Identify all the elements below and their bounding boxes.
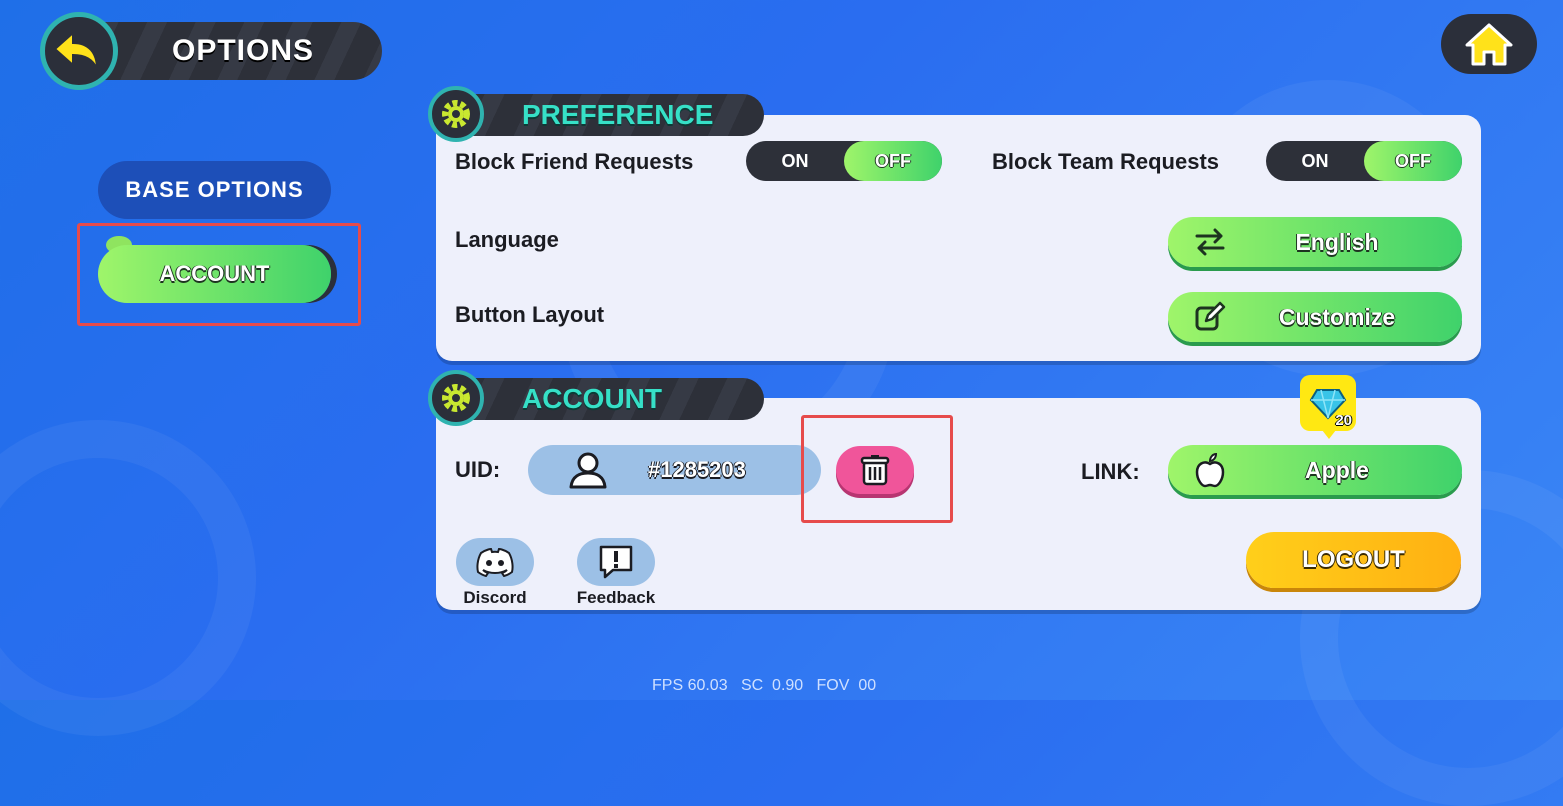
preference-title: PREFERENCE bbox=[522, 99, 714, 130]
uid-value: #1285203 bbox=[648, 457, 746, 482]
feedback-button[interactable] bbox=[577, 538, 655, 586]
customize-button[interactable]: Customize bbox=[1168, 292, 1462, 342]
feedback-icon bbox=[599, 545, 633, 579]
discord-label: Discord bbox=[463, 588, 527, 607]
home-icon bbox=[1465, 23, 1513, 66]
language-button[interactable]: English bbox=[1168, 217, 1462, 267]
background-gear bbox=[0, 420, 256, 736]
account-title: ACCOUNT bbox=[522, 383, 662, 414]
block-friend-toggle[interactable]: ON OFF bbox=[746, 141, 942, 181]
language-value: English bbox=[1295, 228, 1379, 255]
back-arrow-icon bbox=[53, 30, 98, 70]
uid-field: #1285203 bbox=[528, 445, 821, 495]
swap-icon bbox=[1168, 227, 1252, 257]
link-apple-label: Apple bbox=[1305, 456, 1369, 483]
logout-button[interactable]: LOGOUT bbox=[1246, 532, 1461, 588]
apple-icon bbox=[1168, 452, 1252, 488]
toggle-off-option[interactable]: OFF bbox=[844, 141, 942, 181]
preference-header: PREFERENCE bbox=[456, 94, 764, 136]
gem-reward-badge: 20 bbox=[1300, 375, 1356, 439]
edit-icon bbox=[1168, 301, 1252, 333]
home-button[interactable] bbox=[1441, 14, 1537, 74]
toggle-on-option[interactable]: ON bbox=[1266, 151, 1364, 172]
highlight-box-delete bbox=[801, 415, 953, 523]
page-title: OPTIONS bbox=[172, 34, 315, 67]
gem-reward-count: 20 bbox=[1335, 412, 1352, 429]
account-header: ACCOUNT bbox=[456, 378, 764, 420]
discord-icon bbox=[476, 547, 514, 577]
feedback-label: Feedback bbox=[576, 588, 656, 607]
block-team-toggle[interactable]: ON OFF bbox=[1266, 141, 1462, 181]
debug-stats: FPS 60.03 SC 0.90 FOV 00 bbox=[652, 677, 877, 694]
toggle-off-option[interactable]: OFF bbox=[1364, 141, 1462, 181]
highlight-box-account-tab bbox=[77, 223, 361, 326]
block-team-label: Block Team Requests bbox=[992, 149, 1220, 174]
back-button[interactable] bbox=[40, 12, 118, 90]
user-icon bbox=[528, 451, 648, 489]
customize-label: Customize bbox=[1278, 303, 1396, 330]
discord-button[interactable] bbox=[456, 538, 534, 586]
button-layout-label: Button Layout bbox=[455, 302, 605, 327]
gear-icon bbox=[428, 86, 484, 142]
link-apple-button[interactable]: Apple bbox=[1168, 445, 1462, 495]
gear-icon bbox=[428, 370, 484, 426]
uid-label: UID: bbox=[455, 457, 501, 482]
link-label: LINK: bbox=[1081, 459, 1140, 484]
tab-base-options[interactable]: BASE OPTIONS bbox=[98, 161, 331, 219]
block-friend-label: Block Friend Requests bbox=[455, 149, 694, 174]
toggle-on-option[interactable]: ON bbox=[746, 151, 844, 172]
language-label: Language bbox=[455, 227, 559, 252]
